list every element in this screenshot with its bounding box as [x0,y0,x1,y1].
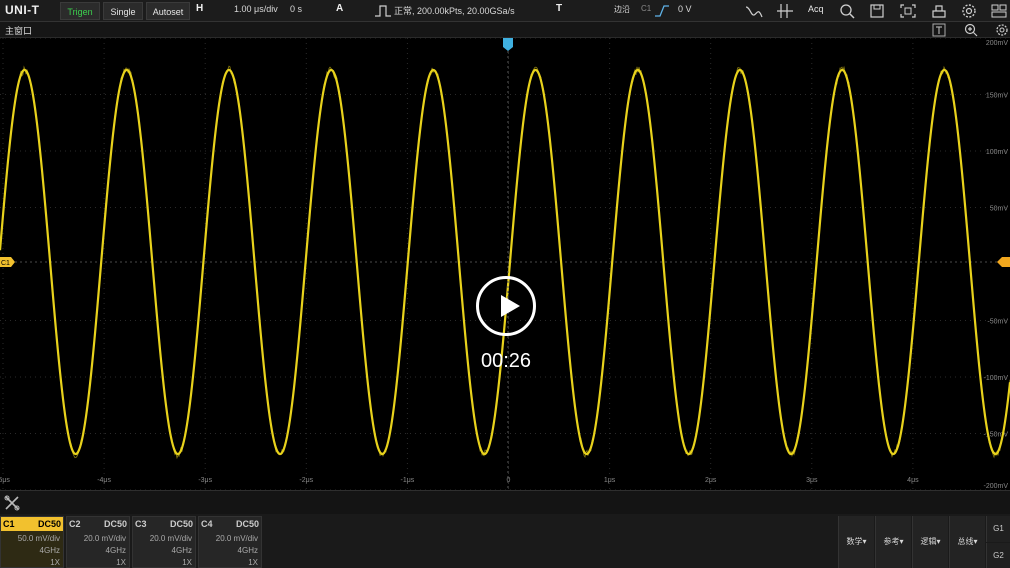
single-button[interactable]: Single [103,2,143,20]
y-tick-label: 200mV [986,40,1009,47]
bus-menu-button[interactable]: 总线▾ [949,516,985,568]
trigger-level[interactable]: 0 V [678,4,692,14]
trigger-mode-button[interactable]: Trigen [60,2,100,20]
channel-bandwidth: 4GHz [237,546,258,555]
channel-scale: 20.0 mV/div [149,534,192,543]
channel-coupling: DC50 [169,519,193,529]
channel-coupling: DC50 [235,519,259,529]
x-tick-label: 2μs [705,477,717,484]
x-tick-label: 1μs [604,477,616,484]
channel-scale: 20.0 mV/div [83,534,126,543]
channel-bandwidth: 4GHz [105,546,126,555]
bottom-toolbar [0,490,1010,514]
timebase-value[interactable]: 1.00 μs/div [234,4,278,14]
channel-probe: 1X [116,558,126,567]
channel-name: C2 [69,519,81,529]
y-tick-label: -50mV [987,319,1008,326]
acq-button[interactable]: Acq [808,4,824,14]
print-icon[interactable] [930,3,948,19]
acquire-label: A [336,3,344,14]
waveform-graticule: -5μs -4μs -3μs -2μs -1μs 0 1μs 2μs 3μs 4μs 200mV 1… [0,38,1010,490]
settings-gear-icon[interactable] [960,3,978,19]
capture-icon[interactable] [899,3,917,19]
waveform-display[interactable]: -5μs -4μs -3μs -2μs -1μs 0 1μs 2μs 3μs 4μs 200mV 1… [0,38,1010,490]
waveform-icon[interactable] [745,3,763,19]
top-toolbar: UNI-T Trigen Single Autoset H 1.00 μs/di… [0,0,1010,22]
channel-probe: 1X [182,558,192,567]
x-tick-label: -5μs [0,477,10,484]
search-icon[interactable] [838,3,856,19]
display-settings-icon[interactable] [995,23,1009,37]
channel-4-panel[interactable]: C4 DC50 20.0 mV/div 4GHz 1X [198,516,262,568]
channel-3-panel[interactable]: C3 DC50 20.0 mV/div 4GHz 1X [132,516,196,568]
time-offset-value[interactable]: 0 s [290,4,302,14]
autoset-button[interactable]: Autoset [146,2,190,20]
window-header: 主窗口 [0,22,1010,38]
reference-menu-button[interactable]: 参考▾ [875,516,911,568]
zoom-in-icon[interactable] [964,23,978,37]
brand-logo: UNI-T [5,3,40,17]
y-tick-label: -100mV [983,375,1008,382]
logic-menu-button[interactable]: 逻辑▾ [912,516,948,568]
x-tick-label: -1μs [401,477,415,484]
video-play-button[interactable] [476,276,536,336]
x-tick-label: 3μs [806,477,818,484]
x-tick-label: -3μs [198,477,212,484]
g2-button[interactable]: G2 [986,543,1010,568]
rising-edge-icon [655,5,669,17]
svg-text:C1: C1 [1,260,10,267]
y-tick-label: 150mV [986,93,1009,100]
channel-scale: 50.0 mV/div [17,534,60,543]
x-tick-label: 4μs [907,477,919,484]
window-layout-icon[interactable] [990,3,1008,19]
y-tick-label: -200mV [983,483,1008,490]
channel-2-panel[interactable]: C2 DC50 20.0 mV/div 4GHz 1X [66,516,130,568]
x-tick-label: -4μs [97,477,111,484]
trigger-source[interactable]: C1 [641,4,651,13]
y-tick-label: 50mV [990,206,1009,213]
channel-scale: 20.0 mV/div [215,534,258,543]
x-tick-label: 0 [507,477,511,484]
channel-1-ground-marker: C1 [0,257,15,267]
x-axis-ticks: -5μs -4μs -3μs -2μs -1μs 0 1μs 2μs 3μs 4μs [0,477,919,484]
channel-1-panel[interactable]: C1 DC50 50.0 mV/div 4GHz 1X [0,516,64,568]
save-icon[interactable] [868,3,886,19]
channel-bandwidth: 4GHz [171,546,192,555]
channel-probe: 1X [248,558,258,567]
acquisition-info[interactable]: 正常, 200.00kPts, 20.00GSa/s [394,4,515,17]
channel-coupling: DC50 [37,519,61,529]
window-title: 主窗口 [5,26,33,36]
g1-button[interactable]: G1 [986,516,1010,542]
channel-name: C3 [135,519,147,529]
tools-icon[interactable] [4,495,20,511]
trigger-label: T [556,3,563,14]
channel-probe: 1X [50,558,60,567]
y-tick-label: 100mV [986,149,1009,156]
trigger-level-marker [997,257,1010,267]
channel-coupling: DC50 [103,519,127,529]
channel-bandwidth: 4GHz [39,546,60,555]
math-menu-button[interactable]: 数学▾ [838,516,874,568]
horizontal-label: H [196,3,204,14]
channel-name: C4 [201,519,213,529]
trigger-type[interactable]: 边沿 [614,4,630,15]
video-timestamp: 00:26 [480,350,532,372]
cursor-icon[interactable] [776,3,794,19]
pulse-icon [375,5,391,17]
x-tick-label: -2μs [299,477,313,484]
channel-bar: C1 DC50 50.0 mV/div 4GHz 1X C2 DC50 20.0 m… [0,514,1010,568]
channel-name: C1 [3,519,15,529]
text-annotation-icon[interactable] [932,23,946,37]
